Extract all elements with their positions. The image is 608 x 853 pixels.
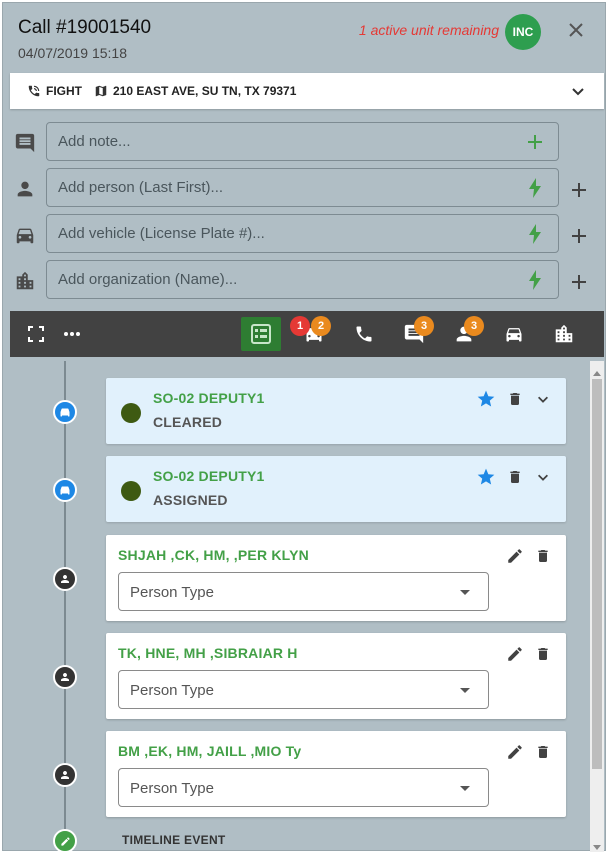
person-icon — [13, 177, 37, 201]
add-note-plus-icon[interactable] — [525, 132, 545, 152]
quick-add-bolt-icon[interactable] — [525, 178, 545, 198]
phone-icon[interactable] — [349, 319, 379, 349]
timeline-event-label: TIMELINE EVENT — [122, 833, 226, 847]
delete-icon[interactable] — [533, 546, 553, 566]
fullscreen-icon[interactable] — [21, 319, 51, 349]
call-summary-bar[interactable]: FIGHT 210 EAST AVE, SU TN, TX 79371 — [10, 73, 604, 109]
chevron-down-icon[interactable] — [533, 389, 553, 409]
quick-add-bolt-icon[interactable] — [525, 270, 545, 290]
dropdown-arrow-icon — [460, 590, 470, 595]
close-icon[interactable] — [565, 19, 587, 41]
delete-icon[interactable] — [533, 644, 553, 664]
incident-badge[interactable]: INC — [505, 14, 541, 50]
person-type-select[interactable]: Person Type — [118, 768, 489, 807]
unit-status: ASSIGNED — [153, 492, 228, 508]
chevron-down-icon[interactable] — [570, 83, 586, 99]
person-name: TK, HNE, MH ,SIBRAIAR H — [118, 645, 298, 661]
person-timeline-node-icon — [53, 763, 77, 787]
person-name: BM ,EK, HM, JAILL ,MIO Ty — [118, 743, 302, 759]
scroll-down-arrow-icon[interactable] — [592, 839, 602, 850]
add-organization-button[interactable] — [569, 272, 589, 292]
organization-field[interactable] — [46, 260, 559, 299]
delete-icon[interactable] — [505, 389, 525, 409]
dropdown-arrow-icon — [460, 786, 470, 791]
call-title: Call #19001540 — [18, 17, 152, 38]
building-icon — [13, 269, 37, 293]
call-datetime: 04/07/2019 15:18 — [18, 45, 127, 61]
person-card[interactable]: BM ,EK, HM, JAILL ,MIO Ty Person Type — [106, 731, 566, 817]
phone-in-talk-icon — [27, 84, 41, 98]
timeline-list[interactable]: SO-02 DEPUTY1 CLEARED SO-02 DEPUTY1 ASSI… — [10, 361, 604, 852]
call-location: 210 EAST AVE, SU TN, TX 79371 — [113, 84, 297, 98]
unit-name: SO-02 DEPUTY1 — [153, 390, 265, 406]
person-type-placeholder: Person Type — [130, 584, 214, 601]
delete-icon[interactable] — [505, 467, 525, 487]
unit-status-dot — [121, 403, 141, 423]
person-type-select[interactable]: Person Type — [118, 572, 489, 611]
active-units-remaining: 1 active unit remaining — [358, 22, 499, 38]
person-name: SHJAH ,CK, HM, ,PER KLYN — [118, 547, 309, 563]
chevron-down-icon[interactable] — [533, 467, 553, 487]
timeline-event-edit-icon[interactable] — [53, 829, 77, 852]
dropdown-arrow-icon — [460, 688, 470, 693]
add-person-button[interactable] — [569, 180, 589, 200]
person-card[interactable]: SHJAH ,CK, HM, ,PER KLYN Person Type — [106, 535, 566, 621]
units-red-count-badge: 1 — [290, 316, 310, 336]
call-panel: Call #19001540 04/07/2019 15:18 1 active… — [2, 2, 606, 852]
unit-card[interactable]: SO-02 DEPUTY1 ASSIGNED — [106, 456, 566, 522]
unit-card[interactable]: SO-02 DEPUTY1 CLEARED — [106, 378, 566, 444]
unit-status-dot — [121, 481, 141, 501]
note-input[interactable] — [47, 123, 558, 160]
star-icon[interactable] — [476, 467, 496, 487]
timeline-filter-all-icon[interactable] — [241, 317, 281, 351]
vehicle-input[interactable] — [47, 215, 558, 252]
timeline-toolbar: 1 2 3 3 — [10, 311, 604, 357]
vehicles-filter-icon[interactable] — [499, 319, 529, 349]
unit-timeline-node-icon — [53, 400, 77, 424]
person-input[interactable] — [47, 169, 558, 206]
person-timeline-node-icon — [53, 665, 77, 689]
car-icon — [13, 223, 37, 247]
persons-count-badge: 3 — [464, 316, 484, 336]
delete-icon[interactable] — [533, 742, 553, 762]
units-orange-count-badge: 2 — [311, 316, 331, 336]
unit-status: CLEARED — [153, 414, 223, 430]
quick-add-bolt-icon[interactable] — [525, 224, 545, 244]
edit-icon[interactable] — [505, 742, 525, 762]
scroll-up-arrow-icon[interactable] — [592, 364, 602, 376]
note-icon — [13, 131, 37, 155]
star-icon[interactable] — [476, 389, 496, 409]
person-type-placeholder: Person Type — [130, 780, 214, 797]
person-type-placeholder: Person Type — [130, 682, 214, 699]
person-timeline-node-icon — [53, 567, 77, 591]
more-options-icon[interactable] — [57, 319, 87, 349]
note-field[interactable] — [46, 122, 559, 161]
vehicle-field[interactable] — [46, 214, 559, 253]
organizations-filter-icon[interactable] — [549, 319, 579, 349]
unit-name: SO-02 DEPUTY1 — [153, 468, 265, 484]
edit-icon[interactable] — [505, 644, 525, 664]
add-vehicle-button[interactable] — [569, 226, 589, 246]
unit-timeline-node-icon — [53, 478, 77, 502]
scrollbar-thumb[interactable] — [592, 379, 602, 769]
messages-count-badge: 3 — [414, 316, 434, 336]
edit-icon[interactable] — [505, 546, 525, 566]
person-card[interactable]: TK, HNE, MH ,SIBRAIAR H Person Type — [106, 633, 566, 719]
person-field[interactable] — [46, 168, 559, 207]
call-type: FIGHT — [46, 84, 82, 98]
organization-input[interactable] — [47, 261, 558, 298]
map-icon — [94, 84, 108, 98]
person-type-select[interactable]: Person Type — [118, 670, 489, 709]
